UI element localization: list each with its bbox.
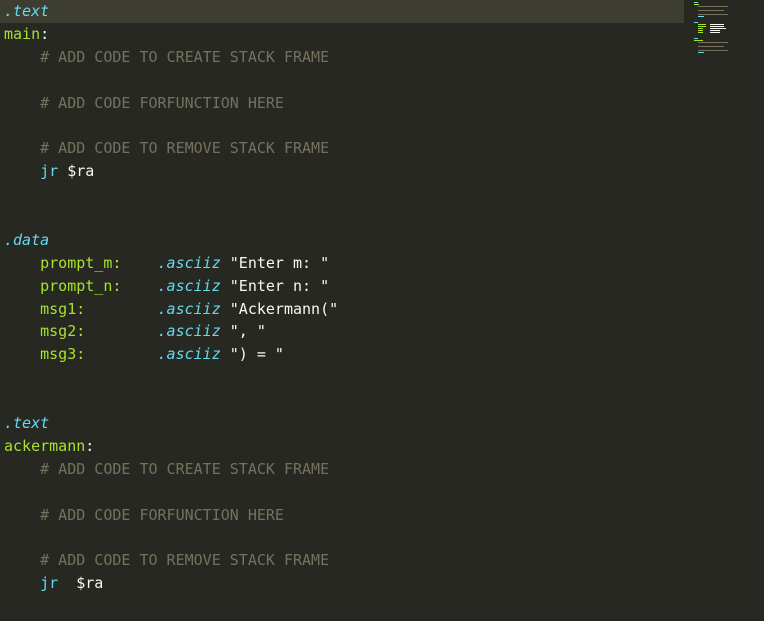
ackermann-label: ackermann (4, 436, 86, 455)
string-literal: ") = " (229, 345, 284, 364)
minimap-line (698, 46, 724, 47)
minimap-line (710, 30, 720, 31)
code-line-12[interactable]: prompt_m: .asciiz "Enter m: " (0, 252, 684, 275)
msg1-label: msg1: (40, 299, 86, 318)
minimap-line (698, 10, 724, 11)
code-line-21[interactable]: # ADD CODE TO CREATE STACK FRAME (0, 458, 684, 481)
code-line-24[interactable] (0, 526, 684, 549)
code-line-10[interactable] (0, 206, 684, 229)
code-line-16[interactable]: msg3: .asciiz ") = " (0, 343, 684, 366)
code-line-6[interactable] (0, 114, 684, 137)
prompt-m-label: prompt_m: (40, 253, 122, 272)
minimap-line (698, 16, 704, 17)
string-literal: "Enter n: " (229, 276, 330, 295)
asciiz-directive: .asciiz (157, 276, 221, 295)
minimap-line (698, 52, 704, 53)
minimap-line (694, 22, 698, 23)
minimap-line (698, 32, 703, 33)
prompt-n-label: prompt_n: (40, 276, 122, 295)
code-line-18[interactable] (0, 389, 684, 412)
code-line-22[interactable] (0, 481, 684, 504)
data-directive: .data (4, 230, 50, 249)
colon: : (40, 24, 50, 43)
instruction: jr (40, 162, 59, 181)
comment: # ADD CODE FORFUNCTION HERE (40, 505, 284, 524)
code-line-13[interactable]: prompt_n: .asciiz "Enter n: " (0, 275, 684, 298)
comment: # ADD CODE TO CREATE STACK FRAME (40, 459, 330, 478)
code-editor[interactable]: .text main: # ADD CODE TO CREATE STACK F… (0, 0, 764, 621)
code-line-17[interactable] (0, 366, 684, 389)
code-line-3[interactable]: # ADD CODE TO CREATE STACK FRAME (0, 46, 684, 69)
code-line-26[interactable]: jr $ra (0, 572, 684, 595)
code-line-5[interactable]: # ADD CODE FORFUNCTION HERE (0, 92, 684, 115)
string-literal: "Enter m: " (229, 253, 330, 272)
main-label: main (4, 24, 41, 43)
asciiz-directive: .asciiz (157, 253, 221, 272)
msg2-label: msg2: (40, 322, 86, 341)
code-line-4[interactable] (0, 69, 684, 92)
register: $ra (67, 162, 95, 181)
code-line-15[interactable]: msg2: .asciiz ", " (0, 320, 684, 343)
minimap-line (694, 2, 698, 3)
minimap-line (698, 14, 728, 15)
text-directive: .text (4, 2, 50, 20)
msg3-label: msg3: (40, 345, 86, 364)
code-line-7[interactable]: # ADD CODE TO REMOVE STACK FRAME (0, 137, 684, 160)
code-line-1[interactable]: .text (0, 0, 684, 23)
minimap[interactable] (688, 0, 764, 621)
minimap-line (698, 30, 703, 31)
comment: # ADD CODE FORFUNCTION HERE (40, 93, 284, 112)
register: $ra (76, 574, 104, 593)
asciiz-directive: .asciiz (157, 322, 221, 341)
comment: # ADD CODE TO REMOVE STACK FRAME (40, 551, 330, 570)
asciiz-directive: .asciiz (157, 299, 221, 318)
string-literal: "Ackermann(" (229, 299, 339, 318)
minimap-line (710, 28, 726, 29)
asciiz-directive: .asciiz (157, 345, 221, 364)
minimap-line (698, 42, 728, 43)
minimap-line (698, 28, 703, 29)
instruction: jr (40, 574, 59, 593)
minimap-line (694, 4, 699, 5)
comment: # ADD CODE TO REMOVE STACK FRAME (40, 139, 330, 158)
code-area[interactable]: .text main: # ADD CODE TO CREATE STACK F… (0, 0, 684, 621)
minimap-line (698, 6, 728, 7)
comment: # ADD CODE TO CREATE STACK FRAME (40, 47, 330, 66)
text-directive: .text (4, 414, 50, 433)
minimap-line (710, 32, 720, 33)
minimap-line (694, 38, 698, 39)
minimap-line (698, 50, 728, 51)
string-literal: ", " (229, 322, 266, 341)
code-line-14[interactable]: msg1: .asciiz "Ackermann(" (0, 298, 684, 321)
minimap-line (710, 24, 724, 25)
minimap-line (698, 24, 706, 25)
code-line-11[interactable]: .data (0, 229, 684, 252)
code-line-9[interactable] (0, 183, 684, 206)
code-line-23[interactable]: # ADD CODE FORFUNCTION HERE (0, 504, 684, 527)
minimap-line (694, 40, 703, 41)
code-line-2[interactable]: main: (0, 23, 684, 46)
code-line-25[interactable]: # ADD CODE TO REMOVE STACK FRAME (0, 549, 684, 572)
minimap-line (698, 26, 706, 27)
code-line-20[interactable]: ackermann: (0, 435, 684, 458)
colon: : (85, 436, 95, 455)
code-line-8[interactable]: jr $ra (0, 160, 684, 183)
minimap-line (710, 26, 724, 27)
code-line-19[interactable]: .text (0, 412, 684, 435)
